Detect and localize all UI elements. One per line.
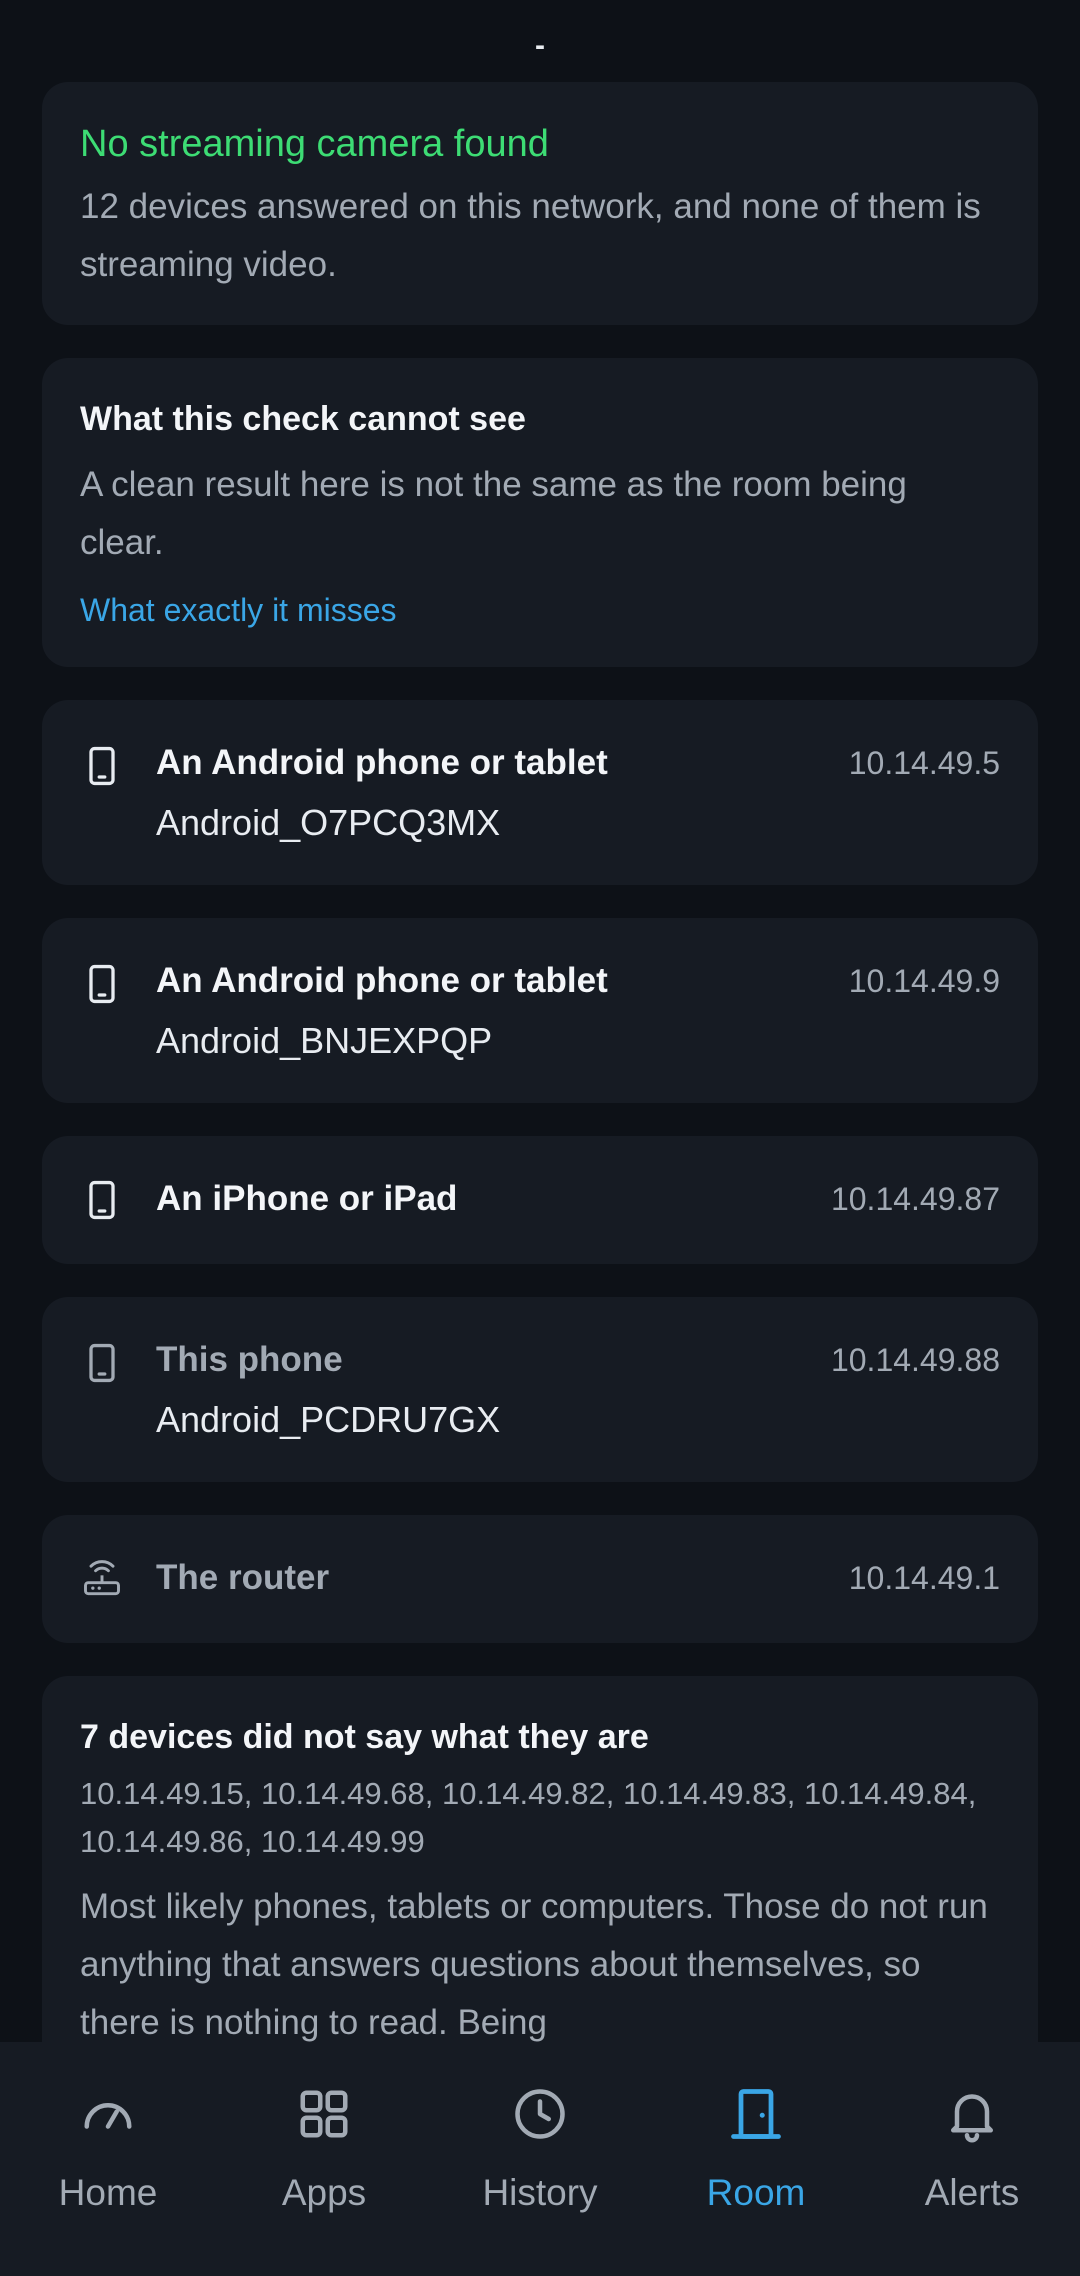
unidentified-title: 7 devices did not say what they are (80, 1718, 649, 1756)
nav-label: Room (706, 2172, 806, 2213)
what-it-misses-link[interactable]: What exactly it misses (80, 588, 1000, 632)
device-row[interactable]: An Android phone or tablet Android_BNJEX… (42, 918, 1038, 1103)
device-name: Android_BNJEXPQP (156, 1020, 493, 1061)
unidentified-devices-card: 7 devices did not say what they are 10.1… (42, 1676, 1038, 2096)
room-scan-screen: - No streaming camera found 12 devices a… (0, 0, 1080, 2276)
nav-label: History (482, 2172, 598, 2213)
limitations-card: What this check cannot see A clean resul… (42, 358, 1038, 667)
bell-icon (951, 2094, 993, 2143)
device-ip: 10.14.49.1 (848, 1560, 1000, 1596)
device-ip: 10.14.49.9 (848, 963, 1000, 999)
device-ip: 10.14.49.87 (830, 1181, 1000, 1217)
device-ip: 10.14.49.5 (848, 745, 1000, 781)
device-name: Android_O7PCQ3MX (156, 802, 501, 843)
unidentified-ip-list: 10.14.49.15, 10.14.49.68, 10.14.49.82, 1… (80, 1776, 977, 1859)
nav-apps[interactable]: Apps (224, 2042, 424, 2216)
nav-label: Apps (281, 2172, 367, 2213)
nav-label: Alerts (924, 2172, 1020, 2213)
nav-label: Home (58, 2172, 158, 2213)
router-icon (84, 1560, 120, 1596)
clock-icon (515, 2089, 565, 2139)
gauge-icon (84, 2103, 132, 2129)
phone-icon (89, 746, 115, 786)
grid-icon (300, 2090, 348, 2138)
device-row[interactable]: An Android phone or tablet Android_O7PCQ… (42, 700, 1038, 885)
scan-results[interactable]: No streaming camera found 12 devices ans… (42, 82, 1038, 2129)
result-title: No streaming camera found (80, 123, 549, 165)
limitations-title: What this check cannot see (80, 400, 526, 438)
phone-icon (89, 1180, 115, 1220)
limitations-text: A clean result here is not the same as t… (80, 465, 907, 562)
nav-alerts[interactable]: Alerts (872, 2042, 1072, 2216)
device-name: Android_PCDRU7GX (156, 1399, 501, 1440)
device-type: This phone (156, 1340, 343, 1379)
result-card: No streaming camera found 12 devices ans… (42, 82, 1038, 325)
device-type: An Android phone or tablet (156, 743, 608, 782)
device-row-this-phone[interactable]: This phone Android_PCDRU7GX 10.14.49.88 (42, 1297, 1038, 1482)
device-row[interactable]: An iPhone or iPad 10.14.49.87 (42, 1136, 1038, 1264)
unidentified-explanation: Most likely phones, tablets or computers… (80, 1887, 988, 2042)
phone-icon (89, 964, 115, 1004)
device-type: The router (156, 1558, 330, 1597)
device-ip: 10.14.49.88 (830, 1342, 1000, 1378)
device-type: An iPhone or iPad (156, 1179, 458, 1218)
bottom-navigation: Home Apps History Room Alerts (0, 2042, 1080, 2276)
nav-room[interactable]: Room (656, 2042, 856, 2216)
device-type: An Android phone or tablet (156, 961, 608, 1000)
nav-history[interactable]: History (440, 2042, 640, 2216)
door-icon (731, 2089, 781, 2139)
nav-home[interactable]: Home (8, 2042, 208, 2216)
phone-icon (89, 1343, 115, 1383)
status-indicator: - (535, 29, 545, 62)
device-row-router[interactable]: The router 10.14.49.1 (42, 1515, 1038, 1643)
result-summary: 12 devices answered on this network, and… (80, 187, 981, 284)
